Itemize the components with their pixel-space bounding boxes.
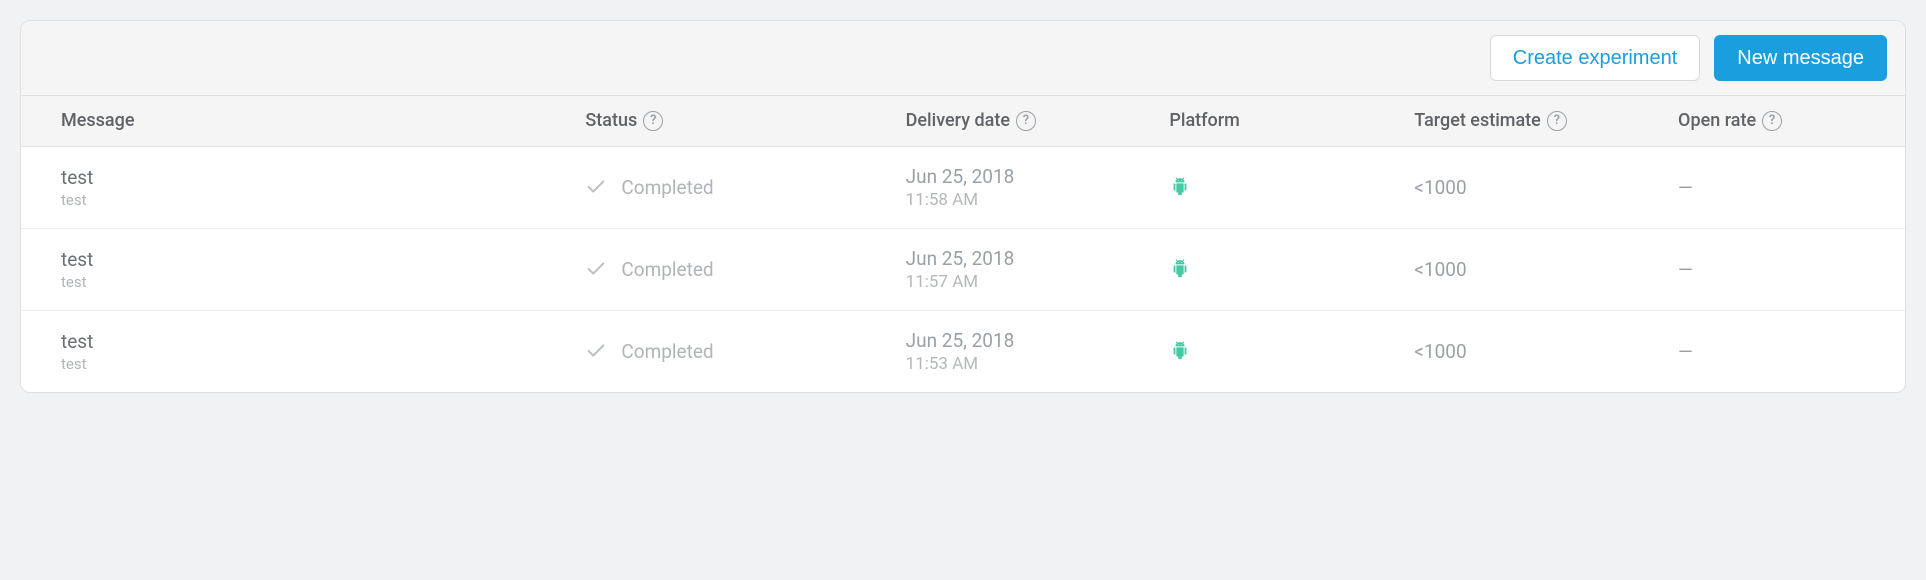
col-header-status-label: Status (585, 110, 637, 132)
target-value: <1000 (1414, 258, 1466, 281)
status-cell: Completed (567, 228, 887, 310)
delivery-date: Jun 25, 2018 (906, 165, 1134, 188)
platform-cell (1151, 228, 1396, 310)
open-value: — (1678, 258, 1693, 281)
check-icon (585, 258, 607, 280)
create-experiment-button[interactable]: Create experiment (1490, 35, 1701, 81)
android-icon (1169, 176, 1378, 198)
target-value: <1000 (1414, 340, 1466, 363)
message-title: test (61, 166, 549, 189)
col-header-message[interactable]: Message (21, 96, 567, 147)
target-value: <1000 (1414, 176, 1466, 199)
check-icon (585, 340, 607, 362)
target-cell: <1000 (1396, 146, 1660, 228)
col-header-target[interactable]: Target estimate ? (1396, 96, 1660, 147)
col-header-delivery-label: Delivery date (906, 110, 1010, 132)
delivery-cell: Jun 25, 201811:58 AM (888, 146, 1152, 228)
help-icon[interactable]: ? (1547, 111, 1567, 131)
col-header-delivery[interactable]: Delivery date ? (888, 96, 1152, 147)
delivery-time: 11:57 AM (906, 272, 1134, 292)
message-cell: test test (21, 228, 567, 310)
col-header-open[interactable]: Open rate ? (1660, 96, 1905, 147)
col-header-platform[interactable]: Platform (1151, 96, 1396, 147)
table-row[interactable]: test test Completed Jun 25, 201811:53 AM <10… (21, 310, 1905, 392)
message-subtitle: test (61, 355, 549, 373)
status-label: Completed (621, 258, 713, 281)
android-icon (1169, 258, 1378, 280)
delivery-time: 11:53 AM (906, 354, 1134, 374)
message-subtitle: test (61, 191, 549, 209)
android-icon (1169, 340, 1378, 362)
table-header-row: Message Status ? Delivery date ? Platfor… (21, 96, 1905, 147)
help-icon[interactable]: ? (1762, 111, 1782, 131)
table-row[interactable]: test test Completed Jun 25, 201811:58 AM <10… (21, 146, 1905, 228)
open-value: — (1678, 340, 1693, 363)
messages-table: Message Status ? Delivery date ? Platfor… (21, 95, 1905, 392)
help-icon[interactable]: ? (643, 111, 663, 131)
delivery-date: Jun 25, 2018 (906, 329, 1134, 352)
col-header-message-label: Message (61, 110, 134, 132)
delivery-cell: Jun 25, 201811:53 AM (888, 310, 1152, 392)
platform-cell (1151, 146, 1396, 228)
toolbar: Create experiment New message (21, 21, 1905, 95)
target-cell: <1000 (1396, 310, 1660, 392)
col-header-target-label: Target estimate (1414, 110, 1541, 132)
delivery-time: 11:58 AM (906, 190, 1134, 210)
check-icon (585, 176, 607, 198)
message-subtitle: test (61, 273, 549, 291)
open-value: — (1678, 176, 1693, 199)
platform-cell (1151, 310, 1396, 392)
col-header-open-label: Open rate (1678, 110, 1756, 132)
table-row[interactable]: test test Completed Jun 25, 201811:57 AM <10… (21, 228, 1905, 310)
delivery-cell: Jun 25, 201811:57 AM (888, 228, 1152, 310)
message-title: test (61, 248, 549, 271)
delivery-date: Jun 25, 2018 (906, 247, 1134, 270)
message-title: test (61, 330, 549, 353)
open-cell: — (1660, 146, 1905, 228)
message-cell: test test (21, 146, 567, 228)
status-label: Completed (621, 176, 713, 199)
open-cell: — (1660, 228, 1905, 310)
target-cell: <1000 (1396, 228, 1660, 310)
col-header-platform-label: Platform (1169, 110, 1239, 132)
status-cell: Completed (567, 146, 887, 228)
status-cell: Completed (567, 310, 887, 392)
open-cell: — (1660, 310, 1905, 392)
status-label: Completed (621, 340, 713, 363)
col-header-status[interactable]: Status ? (567, 96, 887, 147)
messages-panel: Create experiment New message Message St… (20, 20, 1906, 393)
new-message-button[interactable]: New message (1714, 35, 1887, 81)
help-icon[interactable]: ? (1016, 111, 1036, 131)
message-cell: test test (21, 310, 567, 392)
